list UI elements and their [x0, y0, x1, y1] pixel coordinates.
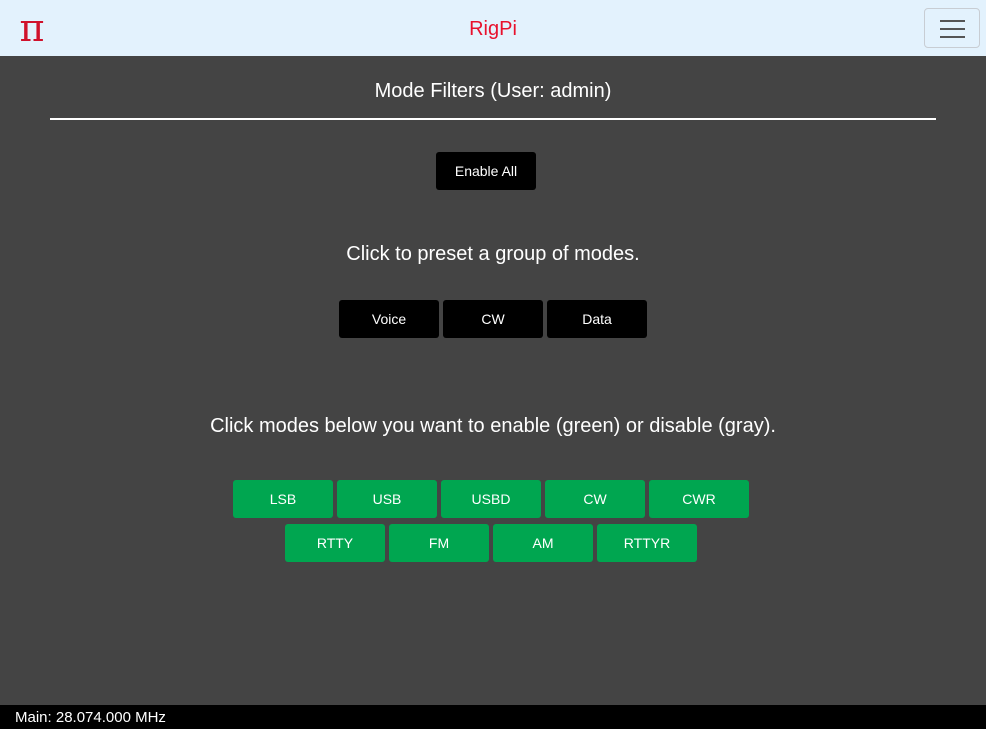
mode-rtty-button[interactable]: RTTY: [285, 524, 385, 562]
preset-cw-button[interactable]: CW: [443, 300, 543, 338]
status-bar: Main: 28.074.000 MHz: [0, 705, 986, 729]
mode-rttyr-button[interactable]: RTTYR: [597, 524, 697, 562]
mode-lsb-button[interactable]: LSB: [233, 480, 333, 518]
page-title: Mode Filters (User: admin): [374, 80, 612, 102]
preset-data-button[interactable]: Data: [547, 300, 647, 338]
enable-all-button[interactable]: Enable All: [436, 152, 536, 190]
hamburger-menu-icon-bar: [940, 36, 965, 38]
hamburger-menu-icon: [940, 20, 965, 22]
hamburger-menu-button[interactable]: [924, 8, 980, 48]
mode-usb-button[interactable]: USB: [337, 480, 437, 518]
app-brand-title: RigPi: [469, 18, 517, 40]
hamburger-menu-icon-bar: [940, 28, 965, 30]
preset-voice-button[interactable]: Voice: [339, 300, 439, 338]
navbar: π RigPi: [0, 0, 986, 56]
mode-cwr-button[interactable]: CWR: [649, 480, 749, 518]
rigpi-pi-logo[interactable]: π: [15, 8, 49, 48]
main-frequency-readout: Main: 28.074.000 MHz: [15, 709, 166, 726]
mode-fm-button[interactable]: FM: [389, 524, 489, 562]
title-divider: [50, 118, 936, 120]
mode-cw-button[interactable]: CW: [545, 480, 645, 518]
mode-instruction: Click modes below you want to enable (gr…: [210, 415, 776, 437]
mode-am-button[interactable]: AM: [493, 524, 593, 562]
mode-usbd-button[interactable]: USBD: [441, 480, 541, 518]
preset-instruction: Click to preset a group of modes.: [346, 243, 640, 265]
